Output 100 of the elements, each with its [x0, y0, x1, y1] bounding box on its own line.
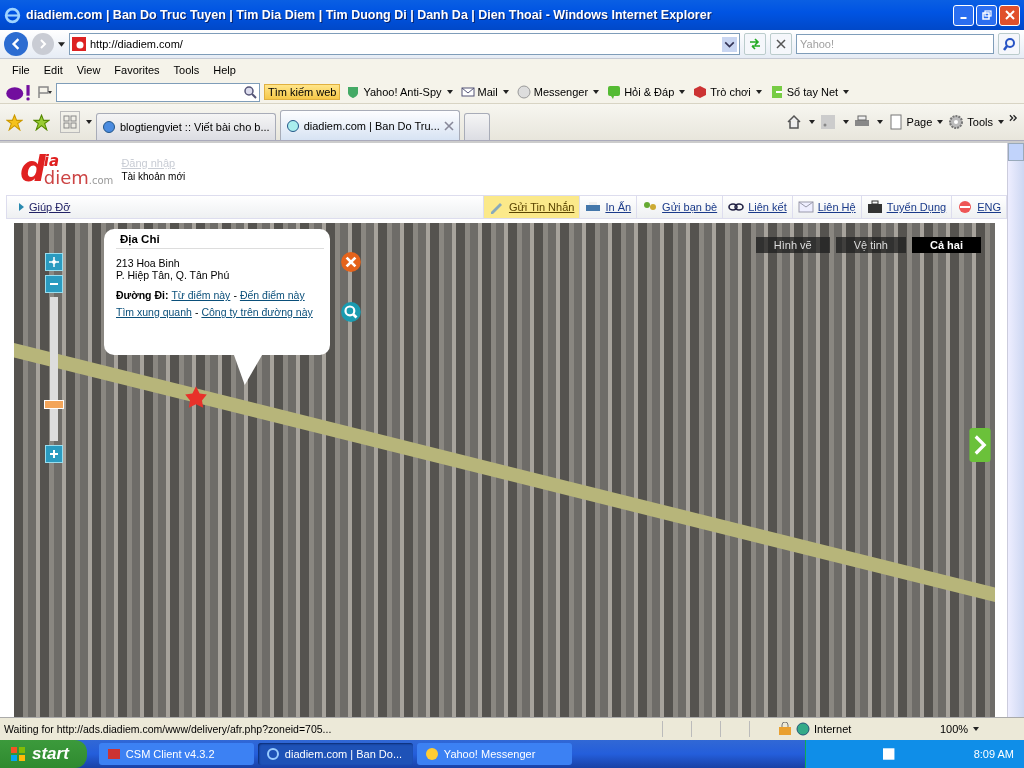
menu-item[interactable]: Help — [207, 62, 242, 78]
taskbar-button[interactable]: Yahoo! Messenger — [416, 743, 572, 765]
star-plus-icon[interactable] — [33, 113, 50, 131]
dropdown-caret-icon[interactable] — [58, 41, 65, 47]
browser-icon — [265, 747, 280, 761]
pencil-icon — [488, 200, 505, 214]
browser-tab[interactable]: diadiem.com | Ban Do Tru... — [279, 110, 460, 140]
toolbar-item[interactable]: Messenger — [514, 85, 602, 99]
browser-tab[interactable]: blogtiengviet :: Viết bài cho b... — [96, 113, 276, 140]
clock: 8:09 AM — [973, 748, 1014, 760]
start-button[interactable]: start — [0, 740, 87, 768]
search-icon — [243, 85, 257, 99]
zoom-slider-thumb[interactable] — [44, 400, 64, 410]
chat-bubble-icon — [607, 85, 622, 99]
address-line: 213 Hoa Binh — [116, 257, 181, 269]
nav-link[interactable]: Tuyển Dụng — [860, 196, 952, 218]
route-link[interactable]: Đến điểm này — [239, 289, 305, 301]
separator-dash: - — [194, 306, 199, 318]
windows-logo-icon — [10, 746, 26, 762]
nav-link[interactable]: In Ấn — [579, 196, 637, 218]
globe-icon — [102, 120, 116, 134]
command-button[interactable]: Page — [887, 114, 944, 130]
globe-icon — [796, 722, 810, 736]
dropdown-caret-icon — [446, 90, 453, 94]
close-tab-icon[interactable] — [443, 120, 454, 131]
nav-link[interactable]: Liên kết — [722, 196, 792, 218]
dropdown-caret-icon[interactable] — [86, 120, 92, 124]
minimize-icon — [960, 17, 967, 19]
map-type-button[interactable]: Hình vẽ — [755, 237, 830, 253]
toolbar-item[interactable]: Trò chơi — [691, 85, 764, 99]
location-marker-icon[interactable] — [184, 385, 208, 409]
star-icon[interactable] — [6, 113, 23, 131]
dropdown-caret-icon — [755, 90, 762, 94]
gear-icon — [948, 114, 965, 130]
new-account-label: Tài khoản mới — [121, 170, 186, 182]
flag-icon — [957, 200, 974, 214]
route-link[interactable]: Từ điểm này — [171, 289, 231, 301]
separator-dash: - — [233, 289, 237, 301]
zoom-out-button[interactable] — [45, 275, 63, 293]
stop-button[interactable] — [770, 33, 792, 55]
taskbar-button[interactable]: CSM Client v4.3.2 — [98, 743, 254, 765]
refresh-icon — [748, 37, 762, 51]
home-icon[interactable] — [785, 114, 802, 130]
vertical-scrollbar[interactable] — [1007, 143, 1024, 717]
nav-link[interactable]: ENG — [951, 196, 1006, 218]
menu-item[interactable]: Tools — [167, 62, 206, 78]
pan-button[interactable] — [45, 253, 63, 271]
toolbar-item[interactable]: Yahoo! Anti-Spy — [344, 85, 455, 99]
toolbar-item[interactable]: Hỏi & Đáp — [605, 85, 688, 99]
grid-icon — [63, 115, 77, 129]
nav-link[interactable]: Gửi bạn bè — [636, 196, 723, 218]
envelope-icon — [797, 200, 814, 214]
search-field[interactable]: Yahoo! — [796, 34, 994, 54]
magnifier-icon[interactable] — [340, 301, 362, 323]
map-type-button[interactable]: Vệ tinh — [835, 237, 906, 253]
close-icon[interactable] — [340, 251, 362, 273]
map-type-button[interactable]: Cả hai — [912, 237, 981, 253]
menu-item[interactable]: Favorites — [108, 62, 166, 78]
zoom-in-button[interactable] — [45, 445, 63, 463]
plus-icon — [48, 448, 60, 460]
notebook-icon — [769, 85, 784, 99]
popup-title: Địa Chỉ — [116, 229, 324, 249]
help-link[interactable]: Giúp Đỡ — [7, 201, 71, 213]
restore-button[interactable] — [976, 4, 997, 26]
pen-icon[interactable] — [36, 85, 52, 99]
menu-item[interactable]: File — [6, 62, 36, 78]
dropdown-caret-icon — [679, 90, 686, 94]
web-search-button[interactable]: Tìm kiếm web — [264, 84, 341, 100]
taskbar-button[interactable]: diadiem.com | Ban Do... — [257, 743, 413, 765]
back-button[interactable] — [4, 32, 28, 56]
toolbar-item[interactable]: Sổ tay Net — [767, 85, 852, 99]
menu-item[interactable]: View — [70, 62, 107, 78]
dropdown-caret-icon — [502, 90, 509, 94]
command-button[interactable]: Tools — [948, 114, 1004, 130]
status-text: Waiting for http://ads.diadiem.com/www/delivery/afr.php?zoneid=705... — [4, 723, 333, 735]
route-label: Đường Đi: — [116, 289, 169, 301]
minimize-button[interactable] — [953, 4, 974, 26]
stop-icon — [776, 39, 786, 49]
nav-link[interactable]: Gửi Tin Nhắn — [482, 196, 580, 218]
zone-label: Internet — [814, 723, 852, 735]
zoom-level-button[interactable]: 100% — [940, 723, 1020, 735]
page-icon — [887, 114, 904, 130]
refresh-button[interactable] — [744, 33, 766, 55]
address-field[interactable]: http://diadiem.com/ — [69, 33, 740, 55]
search-nearby-link[interactable]: Tìm xung quanh — [116, 306, 192, 318]
menu-item[interactable]: Edit — [37, 62, 69, 78]
site-logo-icon — [72, 37, 86, 51]
web-search-field[interactable] — [56, 82, 260, 102]
crosshair-icon — [48, 256, 60, 268]
toolbar-item[interactable]: Mail — [458, 85, 511, 99]
close-button[interactable] — [999, 4, 1020, 26]
search-button[interactable] — [998, 33, 1020, 55]
dropdown-caret-icon[interactable] — [722, 36, 737, 52]
shield-icon — [346, 85, 361, 99]
satellite-map-placeholder[interactable] — [14, 223, 995, 717]
nav-link[interactable]: Liên Hệ — [791, 196, 861, 218]
chevron-icon[interactable] — [1009, 114, 1018, 122]
printer-icon — [585, 200, 602, 214]
search-nearby-link[interactable]: Công ty trên đường này — [201, 306, 313, 318]
globe-icon — [285, 118, 300, 133]
